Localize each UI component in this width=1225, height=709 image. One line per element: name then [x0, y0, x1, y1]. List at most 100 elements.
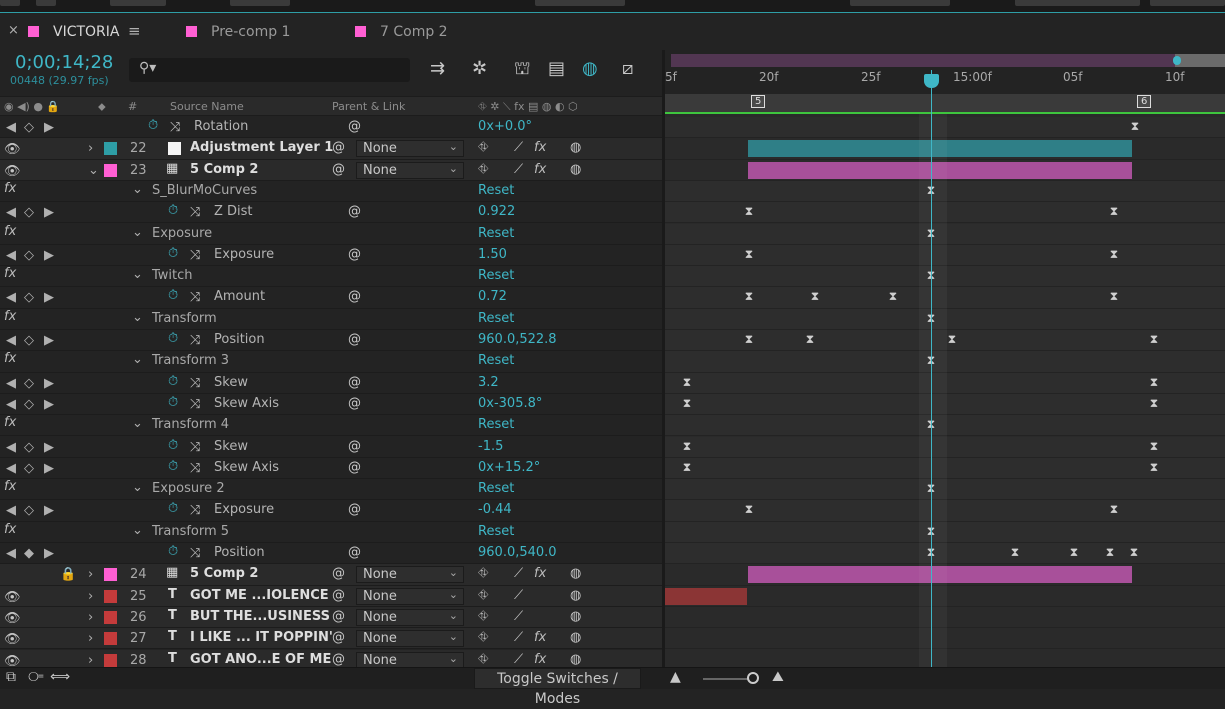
- fx-icon[interactable]: fx: [4, 224, 16, 239]
- effect-row[interactable]: fx ⌄ Transform Reset: [0, 308, 662, 330]
- next-keyframe-icon[interactable]: ▶: [44, 461, 54, 476]
- property-name[interactable]: Position: [214, 332, 265, 347]
- layer-name[interactable]: 5 Comp 2: [190, 162, 258, 177]
- shy-switch-icon[interactable]: ⛗: [478, 630, 488, 645]
- layer-row[interactable]: 👁 ⌄ 23 ▦ 5 Comp 2 @ None ⌄ ⛗ ⟋ fx ◍: [0, 159, 662, 181]
- effect-name[interactable]: Transform 4: [152, 417, 229, 432]
- pick-whip-icon[interactable]: @: [332, 140, 345, 155]
- transfer-controls-icon[interactable]: ⧃: [28, 669, 44, 685]
- property-value[interactable]: 960.0,540.0: [478, 545, 557, 560]
- graph-icon[interactable]: ⤨: [190, 546, 200, 561]
- fx-icon[interactable]: fx: [4, 415, 16, 430]
- lock-icon[interactable]: 🔒: [60, 567, 76, 582]
- shy-switch-icon[interactable]: ⛗: [478, 652, 488, 667]
- layer-switches-icon[interactable]: ⧉: [6, 669, 16, 685]
- parent-dropdown[interactable]: None ⌄: [356, 587, 464, 605]
- keyframe-marker[interactable]: ⧗: [745, 289, 753, 304]
- pick-whip-icon[interactable]: @: [332, 162, 345, 177]
- prev-keyframe-icon[interactable]: ◀: [6, 205, 16, 220]
- reset-link[interactable]: Reset: [478, 524, 514, 539]
- property-row[interactable]: ◀ ◇ ▶ ⏱ ⤨ Z Dist @0.922: [0, 202, 662, 224]
- prev-keyframe-icon[interactable]: ◀: [6, 120, 16, 135]
- motion-blur-icon[interactable]: ◍: [582, 58, 598, 79]
- keyframe-marker[interactable]: ⧗: [1110, 204, 1118, 219]
- graph-icon[interactable]: ⤨: [190, 248, 200, 263]
- stopwatch-icon[interactable]: ⏱: [168, 288, 178, 303]
- quality-switch-icon[interactable]: ⟋: [514, 609, 523, 624]
- reset-link[interactable]: Reset: [478, 268, 514, 283]
- label-color-swatch[interactable]: [104, 163, 117, 177]
- stopwatch-icon[interactable]: ⏱: [168, 246, 178, 261]
- property-row[interactable]: ◀ ◇ ▶ ⏱ ⤨ Position @960.0,522.8: [0, 330, 662, 352]
- time-navigator[interactable]: [1175, 54, 1225, 67]
- layer-name[interactable]: GOT ME ...IOLENCE: [190, 588, 329, 603]
- visibility-eye-icon[interactable]: 👁: [4, 632, 21, 647]
- property-value[interactable]: 0x+0.0°: [478, 119, 532, 134]
- quality-switch-icon[interactable]: ⟋: [514, 630, 523, 645]
- motion-blur-switch-icon[interactable]: ◍: [570, 652, 581, 667]
- keyframe-marker[interactable]: ⧗: [1150, 396, 1158, 411]
- zoom-slider-track[interactable]: [703, 678, 753, 680]
- parent-dropdown[interactable]: None ⌄: [356, 566, 464, 584]
- close-tab-icon[interactable]: ×: [8, 23, 19, 38]
- prev-keyframe-icon[interactable]: ◀: [6, 397, 16, 412]
- expand-twirl-icon[interactable]: ›: [88, 567, 93, 582]
- quality-switch-icon[interactable]: ⟋: [514, 652, 523, 667]
- parent-dropdown[interactable]: None ⌄: [356, 630, 464, 648]
- effect-row[interactable]: fx ⌄ S_BlurMoCurves Reset: [0, 180, 662, 203]
- reset-link[interactable]: Reset: [478, 417, 514, 432]
- expand-twirl-icon[interactable]: ⌄: [132, 310, 143, 325]
- in-out-panel-icon[interactable]: ⟺: [50, 669, 70, 685]
- next-keyframe-icon[interactable]: ▶: [44, 248, 54, 263]
- parent-dropdown[interactable]: None ⌄: [356, 161, 464, 179]
- shy-switch-icon[interactable]: ⛗: [478, 162, 488, 177]
- effect-row[interactable]: fx ⌄ Transform 5 Reset: [0, 521, 662, 543]
- shy-layers-icon[interactable]: ⛫: [514, 58, 531, 82]
- marker-bar[interactable]: 5 6: [665, 94, 1225, 114]
- keyframe-marker[interactable]: ⧗: [948, 332, 956, 347]
- property-row[interactable]: ◀ ◆ ▶ ⏱ ⤨ Position @960.0,540.0: [0, 543, 662, 565]
- label-tag-icon[interactable]: ⬥: [98, 100, 106, 114]
- layer-row[interactable]: 👁 › 22 Adjustment Layer 1 @ None ⌄ ⛗ ⟋ fx ◍: [0, 138, 662, 160]
- expression-pick-whip-icon[interactable]: @: [348, 545, 361, 560]
- zoom-out-icon[interactable]: ▲: [670, 669, 681, 685]
- pick-whip-icon[interactable]: @: [332, 588, 345, 603]
- zoom-slider-knob[interactable]: [747, 672, 759, 684]
- property-value[interactable]: 960.0,522.8: [478, 332, 557, 347]
- prev-keyframe-icon[interactable]: ◀: [6, 333, 16, 348]
- next-keyframe-icon[interactable]: ▶: [44, 205, 54, 220]
- panel-menu-icon[interactable]: ≡: [128, 22, 141, 40]
- effect-switch-icon[interactable]: fx: [534, 566, 546, 581]
- prev-keyframe-icon[interactable]: ◀: [6, 376, 16, 391]
- keyframe-marker[interactable]: ⧗: [1150, 439, 1158, 454]
- next-keyframe-icon[interactable]: ▶: [44, 546, 54, 561]
- next-keyframe-icon[interactable]: ▶: [44, 290, 54, 305]
- expand-twirl-icon[interactable]: ⌄: [132, 480, 143, 495]
- pick-whip-icon[interactable]: @: [332, 566, 345, 581]
- parent-link-header[interactable]: Parent & Link: [332, 100, 405, 113]
- keyframe-marker[interactable]: ⧗: [811, 289, 819, 304]
- source-name-header[interactable]: Source Name: [170, 100, 244, 113]
- motion-blur-switch-icon[interactable]: ◍: [570, 566, 581, 581]
- motion-blur-switch-icon[interactable]: ◍: [570, 140, 581, 155]
- visibility-eye-icon[interactable]: 👁: [4, 142, 21, 157]
- parent-dropdown[interactable]: None ⌄: [356, 608, 464, 626]
- stopwatch-icon[interactable]: ⏱: [148, 118, 158, 133]
- prev-keyframe-icon[interactable]: ◀: [6, 503, 16, 518]
- reset-link[interactable]: Reset: [478, 481, 514, 496]
- stopwatch-icon[interactable]: ⏱: [168, 395, 178, 410]
- fx-icon[interactable]: fx: [4, 522, 16, 537]
- layer-name[interactable]: I LIKE ... IT POPPIN': [190, 630, 333, 645]
- prev-keyframe-icon[interactable]: ◀: [6, 546, 16, 561]
- stopwatch-icon[interactable]: ⏱: [168, 203, 178, 218]
- property-value[interactable]: 3.2: [478, 375, 499, 390]
- graph-icon[interactable]: ⤨: [190, 290, 200, 305]
- shy-switch-icon[interactable]: ⛗: [478, 588, 488, 603]
- motion-blur-switch-icon[interactable]: ◍: [570, 162, 581, 177]
- property-name[interactable]: Exposure: [214, 247, 274, 262]
- add-keyframe-icon[interactable]: ◇: [24, 440, 34, 455]
- composition-mini-flowchart-icon[interactable]: ⇉: [430, 58, 445, 79]
- reset-link[interactable]: Reset: [478, 183, 514, 198]
- stopwatch-icon[interactable]: ⏱: [168, 374, 178, 389]
- add-keyframe-icon[interactable]: ◇: [24, 461, 34, 476]
